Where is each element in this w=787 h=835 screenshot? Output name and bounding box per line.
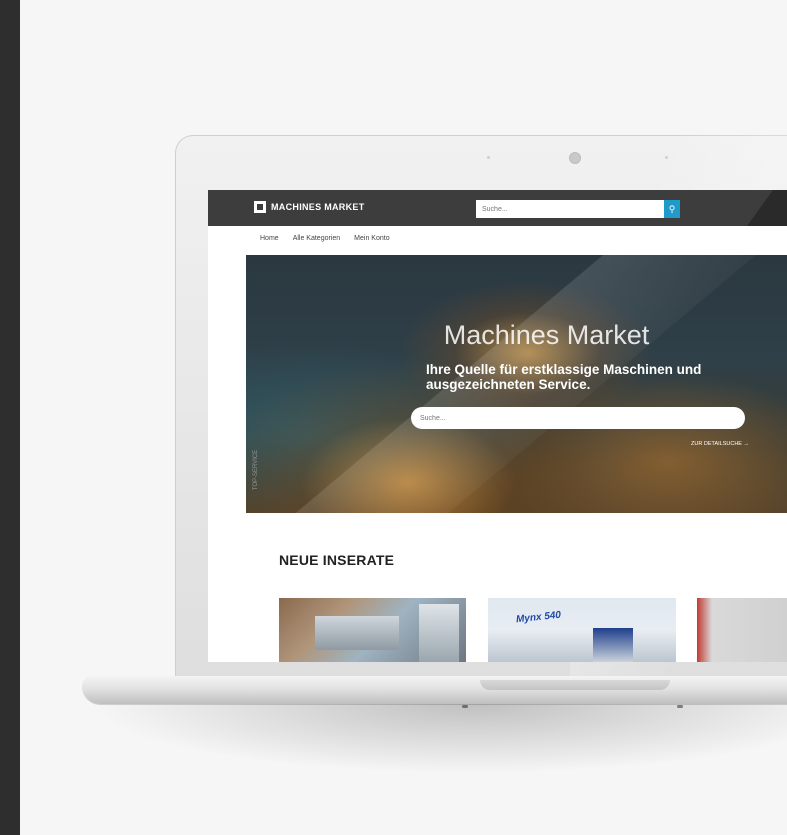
nav-home[interactable]: Home — [260, 235, 279, 242]
listing-image — [419, 604, 459, 662]
listing-image — [315, 616, 399, 650]
hero-subtitle: Ihre Quelle für erstklassige Maschinen u… — [426, 362, 702, 392]
laptop-screen: MACHINES MARKET ⚲ Home Alle Kategorien M… — [208, 190, 787, 662]
laptop-shadow — [90, 704, 787, 774]
listing-card[interactable]: Mynx 540 — [488, 598, 676, 662]
header-search-input[interactable] — [476, 200, 664, 218]
nav-all-categories[interactable]: Alle Kategorien — [293, 235, 340, 242]
sensor-dot — [487, 156, 490, 159]
header-accent-shape — [747, 190, 787, 226]
logo-icon — [254, 201, 266, 213]
listing-image — [593, 628, 633, 662]
dark-side-strip — [0, 0, 20, 835]
main-nav: Home Alle Kategorien Mein Konto — [260, 235, 390, 242]
camera-icon — [569, 152, 581, 164]
detail-search-link[interactable]: ZUR DETAILSUCHE → — [691, 441, 749, 447]
hero-search-input[interactable] — [411, 407, 745, 429]
header-search: ⚲ — [476, 200, 680, 218]
site-header: MACHINES MARKET ⚲ — [208, 190, 787, 226]
laptop-base — [82, 676, 787, 708]
search-icon[interactable]: ⚲ — [664, 200, 680, 218]
sensor-dot — [665, 156, 668, 159]
nav-my-account[interactable]: Mein Konto — [354, 235, 389, 242]
listing-image-text: Mynx 540 — [515, 609, 562, 626]
listing-card[interactable] — [697, 598, 787, 662]
hero-side-text: TOP-SERVICE — [253, 449, 260, 491]
site-logo[interactable]: MACHINES MARKET — [254, 201, 365, 213]
listing-card[interactable] — [279, 598, 466, 662]
hero-banner: TOP-SERVICE Machines Market Ihre Quelle … — [246, 255, 787, 513]
hero-title: Machines Market — [443, 320, 650, 350]
logo-text: MACHINES MARKET — [271, 202, 365, 212]
section-title: NEUE INSERATE — [279, 552, 395, 568]
laptop-notch — [480, 680, 670, 690]
